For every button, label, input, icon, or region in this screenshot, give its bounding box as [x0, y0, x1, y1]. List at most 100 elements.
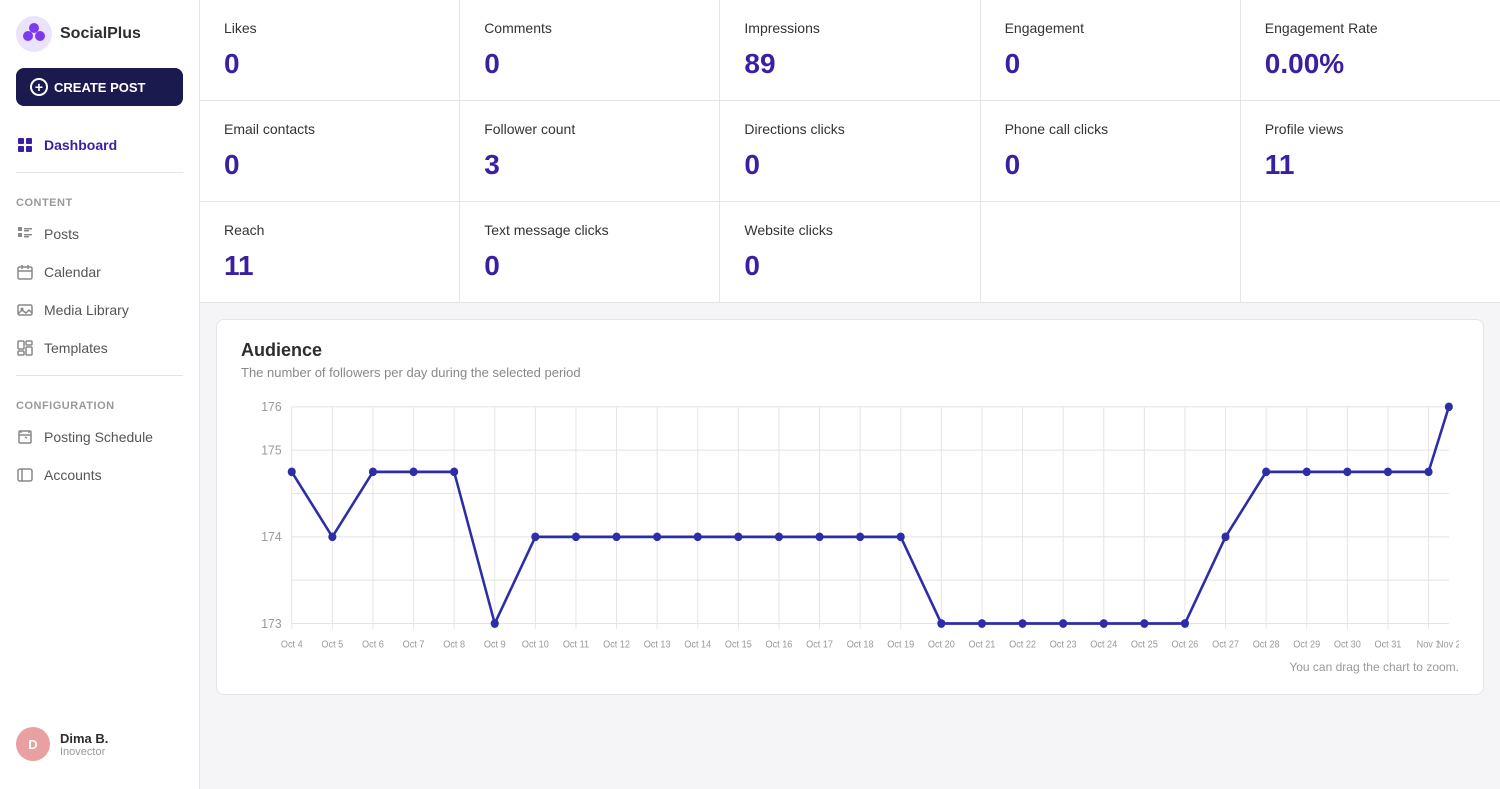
stat-value-phone-call-clicks: 0	[1005, 149, 1216, 181]
svg-text:Oct 13: Oct 13	[644, 639, 671, 650]
svg-text:Oct 19: Oct 19	[887, 639, 914, 650]
stat-value-website-clicks: 0	[744, 250, 955, 282]
sidebar-item-accounts[interactable]: Accounts	[0, 456, 199, 494]
chart-dot	[1140, 619, 1148, 628]
user-name: Dima B.	[60, 731, 108, 746]
chart-dot	[1343, 468, 1351, 477]
dashboard-icon	[16, 136, 34, 154]
stat-label-engagement: Engagement	[1005, 20, 1216, 36]
config-section-label: Configuration	[0, 384, 199, 418]
stat-card-impressions: Impressions 89	[720, 0, 979, 100]
stat-card-reach: Reach 11	[200, 202, 459, 302]
sidebar-calendar-label: Calendar	[44, 264, 101, 280]
user-info: Dima B. Inovector	[60, 731, 108, 758]
sidebar-item-posting-schedule[interactable]: Posting Schedule	[0, 418, 199, 456]
chart-dot	[978, 619, 986, 628]
svg-text:Oct 7: Oct 7	[403, 639, 425, 650]
svg-text:176: 176	[261, 400, 281, 414]
svg-text:173: 173	[261, 616, 281, 630]
audience-title: Audience	[241, 340, 1459, 361]
svg-text:Oct 24: Oct 24	[1090, 639, 1117, 650]
stat-card-text-message-clicks: Text message clicks 0	[460, 202, 719, 302]
stat-label-phone-call-clicks: Phone call clicks	[1005, 121, 1216, 137]
chart-dot	[734, 533, 742, 542]
svg-text:Oct 15: Oct 15	[725, 639, 752, 650]
chart-dot	[369, 468, 377, 477]
stat-label-reach: Reach	[224, 222, 435, 238]
stat-label-impressions: Impressions	[744, 20, 955, 36]
chart-dot	[328, 533, 336, 542]
posts-icon	[16, 225, 34, 243]
sidebar-item-media-library[interactable]: Media Library	[0, 291, 199, 329]
svg-text:Oct 5: Oct 5	[321, 639, 343, 650]
audience-section: Audience The number of followers per day…	[216, 319, 1484, 695]
accounts-icon	[16, 466, 34, 484]
schedule-icon	[16, 428, 34, 446]
stat-label-website-clicks: Website clicks	[744, 222, 955, 238]
chart-dot	[409, 468, 417, 477]
svg-text:174: 174	[261, 530, 281, 544]
main-content: Likes 0 Comments 0 Impressions 89 Engage…	[200, 0, 1500, 789]
stat-value-directions-clicks: 0	[744, 149, 955, 181]
svg-text:Nov 2: Nov 2	[1437, 639, 1459, 650]
stat-card-profile-views: Profile views 11	[1241, 101, 1500, 201]
stats-row-1: Likes 0 Comments 0 Impressions 89 Engage…	[200, 0, 1500, 101]
svg-text:Oct 30: Oct 30	[1334, 639, 1361, 650]
calendar-icon	[16, 263, 34, 281]
stat-value-email-contacts: 0	[224, 149, 435, 181]
svg-text:Oct 17: Oct 17	[806, 639, 833, 650]
sidebar-item-dashboard[interactable]: Dashboard	[0, 126, 199, 164]
chart-dot	[856, 533, 864, 542]
chart-drag-hint: You can drag the chart to zoom.	[241, 660, 1459, 674]
stat-value-comments: 0	[484, 48, 695, 80]
stat-card-directions-clicks: Directions clicks 0	[720, 101, 979, 201]
stat-label-text-message-clicks: Text message clicks	[484, 222, 695, 238]
svg-text:Oct 21: Oct 21	[969, 639, 996, 650]
chart-dot	[491, 619, 499, 628]
svg-text:Oct 20: Oct 20	[928, 639, 955, 650]
stats-row-3: Reach 11 Text message clicks 0 Website c…	[200, 202, 1500, 303]
sidebar-item-calendar[interactable]: Calendar	[0, 253, 199, 291]
stat-value-reach: 11	[224, 250, 435, 282]
chart-container: 176 175 174 173	[241, 396, 1459, 656]
svg-text:Oct 14: Oct 14	[684, 639, 711, 650]
audience-chart: 176 175 174 173	[241, 396, 1459, 656]
svg-text:Oct 9: Oct 9	[484, 639, 506, 650]
chart-dot	[1059, 619, 1067, 628]
media-icon	[16, 301, 34, 319]
stat-label-follower-count: Follower count	[484, 121, 695, 137]
chart-dot	[572, 533, 580, 542]
stat-label-comments: Comments	[484, 20, 695, 36]
chart-dot	[1262, 468, 1270, 477]
sidebar-posting-schedule-label: Posting Schedule	[44, 429, 153, 445]
svg-text:Oct 12: Oct 12	[603, 639, 630, 650]
stat-value-impressions: 89	[744, 48, 955, 80]
content-section-label: Content	[0, 181, 199, 215]
svg-text:Oct 11: Oct 11	[563, 639, 589, 650]
stat-card-empty	[981, 202, 1240, 302]
chart-dot	[937, 619, 945, 628]
divider-2	[16, 375, 183, 376]
svg-text:Oct 6: Oct 6	[362, 639, 384, 650]
svg-text:Oct 25: Oct 25	[1131, 639, 1158, 650]
stat-card-email-contacts: Email contacts 0	[200, 101, 459, 201]
chart-dot	[815, 533, 823, 542]
stat-value-engagement: 0	[1005, 48, 1216, 80]
svg-text:175: 175	[261, 443, 281, 457]
audience-chart-line	[292, 407, 1449, 624]
chart-dot	[1221, 533, 1229, 542]
stat-value-follower-count: 3	[484, 149, 695, 181]
templates-icon	[16, 339, 34, 357]
chart-dot	[531, 533, 539, 542]
sidebar-posts-label: Posts	[44, 226, 79, 242]
avatar: D	[16, 727, 50, 761]
user-company: Inovector	[60, 746, 108, 758]
stats-row-2: Email contacts 0 Follower count 3 Direct…	[200, 101, 1500, 202]
sidebar-item-posts[interactable]: Posts	[0, 215, 199, 253]
sidebar: SocialPlus + CREATE POST Dashboard Conte…	[0, 0, 200, 789]
chart-dot	[1100, 619, 1108, 628]
sidebar-item-templates[interactable]: Templates	[0, 329, 199, 367]
create-post-button[interactable]: + CREATE POST	[16, 68, 183, 106]
logo-area: SocialPlus	[0, 16, 199, 68]
stat-card-comments: Comments 0	[460, 0, 719, 100]
